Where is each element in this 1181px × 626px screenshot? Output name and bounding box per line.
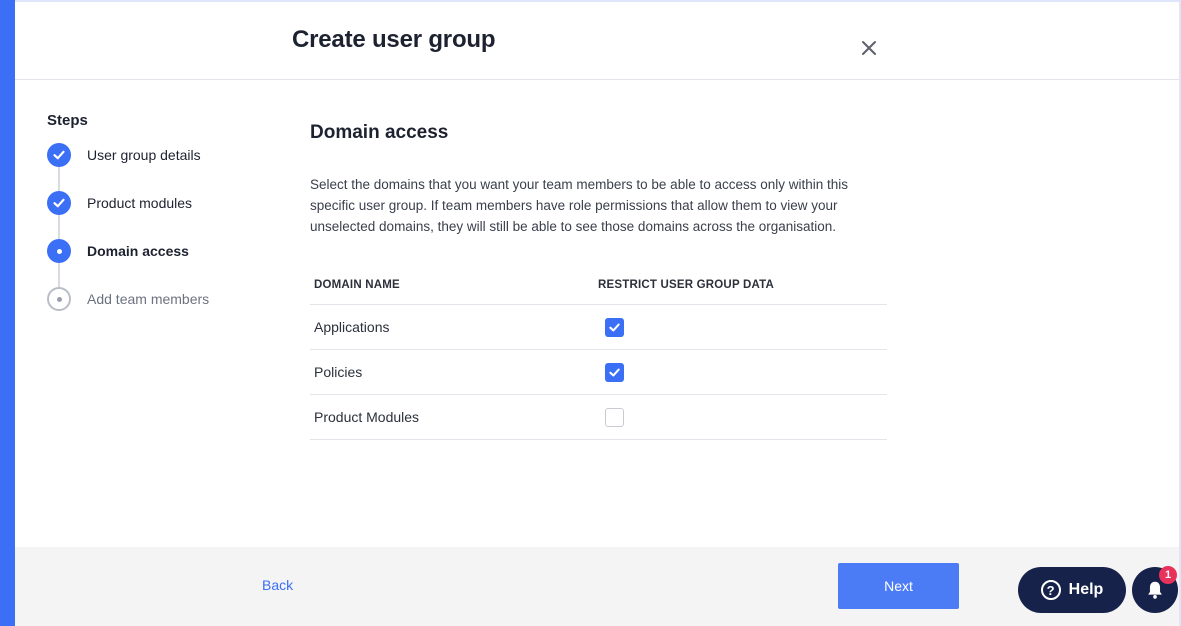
domain-name: Policies [314,364,363,380]
close-icon [862,41,876,55]
column-header-domain: DOMAIN NAME [314,279,400,291]
pending-step-dot-icon [47,287,71,311]
section-description: Select the domains that you want your te… [310,177,849,234]
current-step-dot-icon [47,239,71,263]
restrict-checkbox-policies[interactable] [605,362,624,382]
help-label: Help [1068,581,1104,598]
restrict-checkbox-product-modules[interactable] [605,407,624,427]
checkmark-icon [609,323,620,331]
dialog-footer: Back Next [15,547,1179,626]
checkmark-icon [609,368,620,376]
domain-table: DOMAIN NAME RESTRICT USER GROUP DATA App… [310,279,887,440]
section-title: Domain access [310,122,449,143]
next-button[interactable]: Next [838,563,959,609]
domain-name: Product Modules [314,409,420,425]
question-circle-icon: ? [1040,580,1061,600]
main-content: Domain access Select the domains that yo… [310,122,887,440]
step-connector [58,263,60,287]
step-connector [58,167,60,191]
close-button[interactable] [855,34,883,62]
restrict-checkbox-applications[interactable] [605,317,624,337]
step-user-group-details[interactable]: User group details [47,143,277,191]
steps-sidebar: Steps User group details Product modules… [47,112,277,335]
step-connector [58,215,60,239]
step-label: Domain access [87,243,189,259]
notification-count-badge: 1 [1159,566,1177,584]
check-circle-icon [47,191,71,215]
table-row: Applications [310,305,887,350]
table-row: Policies [310,350,887,395]
table-row: Product Modules [310,395,887,440]
help-button[interactable]: ? Help [1018,567,1126,613]
table-header: DOMAIN NAME RESTRICT USER GROUP DATA [310,279,887,305]
step-domain-access[interactable]: Domain access [47,239,277,287]
step-label: User group details [87,147,201,163]
dialog-title: Create user group [292,26,496,53]
column-header-restrict: RESTRICT USER GROUP DATA [598,279,775,291]
check-circle-icon [47,143,71,167]
dialog-header: Create user group [15,2,1179,80]
step-label: Add team members [87,291,210,307]
step-label: Product modules [87,195,193,211]
step-add-team-members[interactable]: Add team members [47,287,277,335]
step-product-modules[interactable]: Product modules [47,191,277,239]
back-button[interactable]: Back [262,577,293,593]
domain-name: Applications [314,319,390,335]
left-accent-bar [0,0,15,626]
steps-heading: Steps [47,112,88,129]
